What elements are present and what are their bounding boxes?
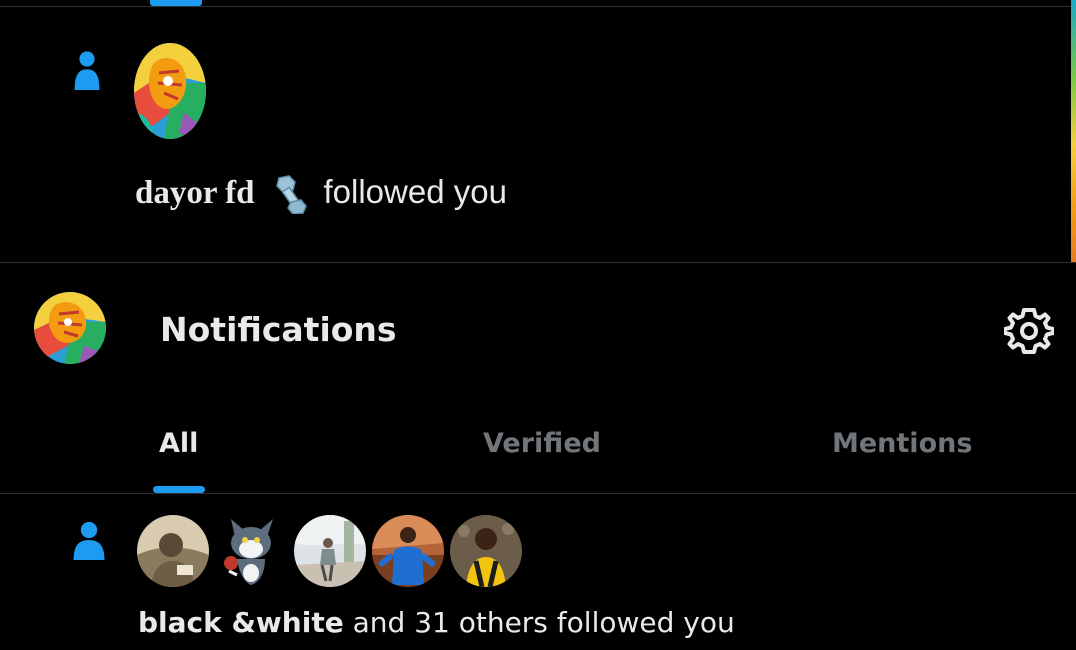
sepia-portrait-avatar[interactable] (137, 515, 209, 587)
outdoor-photo-avatar[interactable] (294, 515, 366, 587)
follower-name[interactable]: dayor fd (135, 175, 255, 211)
nut-and-bolt-emoji (276, 174, 307, 214)
action-text: followed you (323, 173, 507, 210)
tab-verified[interactable]: Verified (483, 424, 601, 464)
section-divider (0, 262, 1076, 263)
action-text: and 31 others followed you (352, 606, 735, 639)
tabs-divider (0, 493, 1076, 494)
blue-shirt-avatar[interactable] (372, 515, 444, 587)
edge-color-strip (1071, 0, 1076, 262)
person-icon (74, 51, 100, 90)
top-divider (0, 6, 1076, 7)
tab-mentions[interactable]: Mentions (832, 424, 972, 464)
football-jersey-avatar[interactable] (450, 515, 522, 587)
cartoon-cat-avatar[interactable] (215, 515, 287, 587)
active-tab-indicator (153, 486, 205, 493)
notification-text: dayor fd followed you (135, 172, 507, 214)
profile-avatar[interactable] (34, 292, 106, 364)
person-icon (73, 521, 105, 560)
page-title: Notifications (160, 310, 397, 349)
notification-text: black &white and 31 others followed you (138, 603, 735, 643)
tab-all[interactable]: All (159, 424, 198, 464)
gear-icon[interactable] (1004, 306, 1054, 356)
follower-name[interactable]: black &white (138, 606, 344, 639)
colorful-avatar[interactable] (134, 43, 206, 139)
